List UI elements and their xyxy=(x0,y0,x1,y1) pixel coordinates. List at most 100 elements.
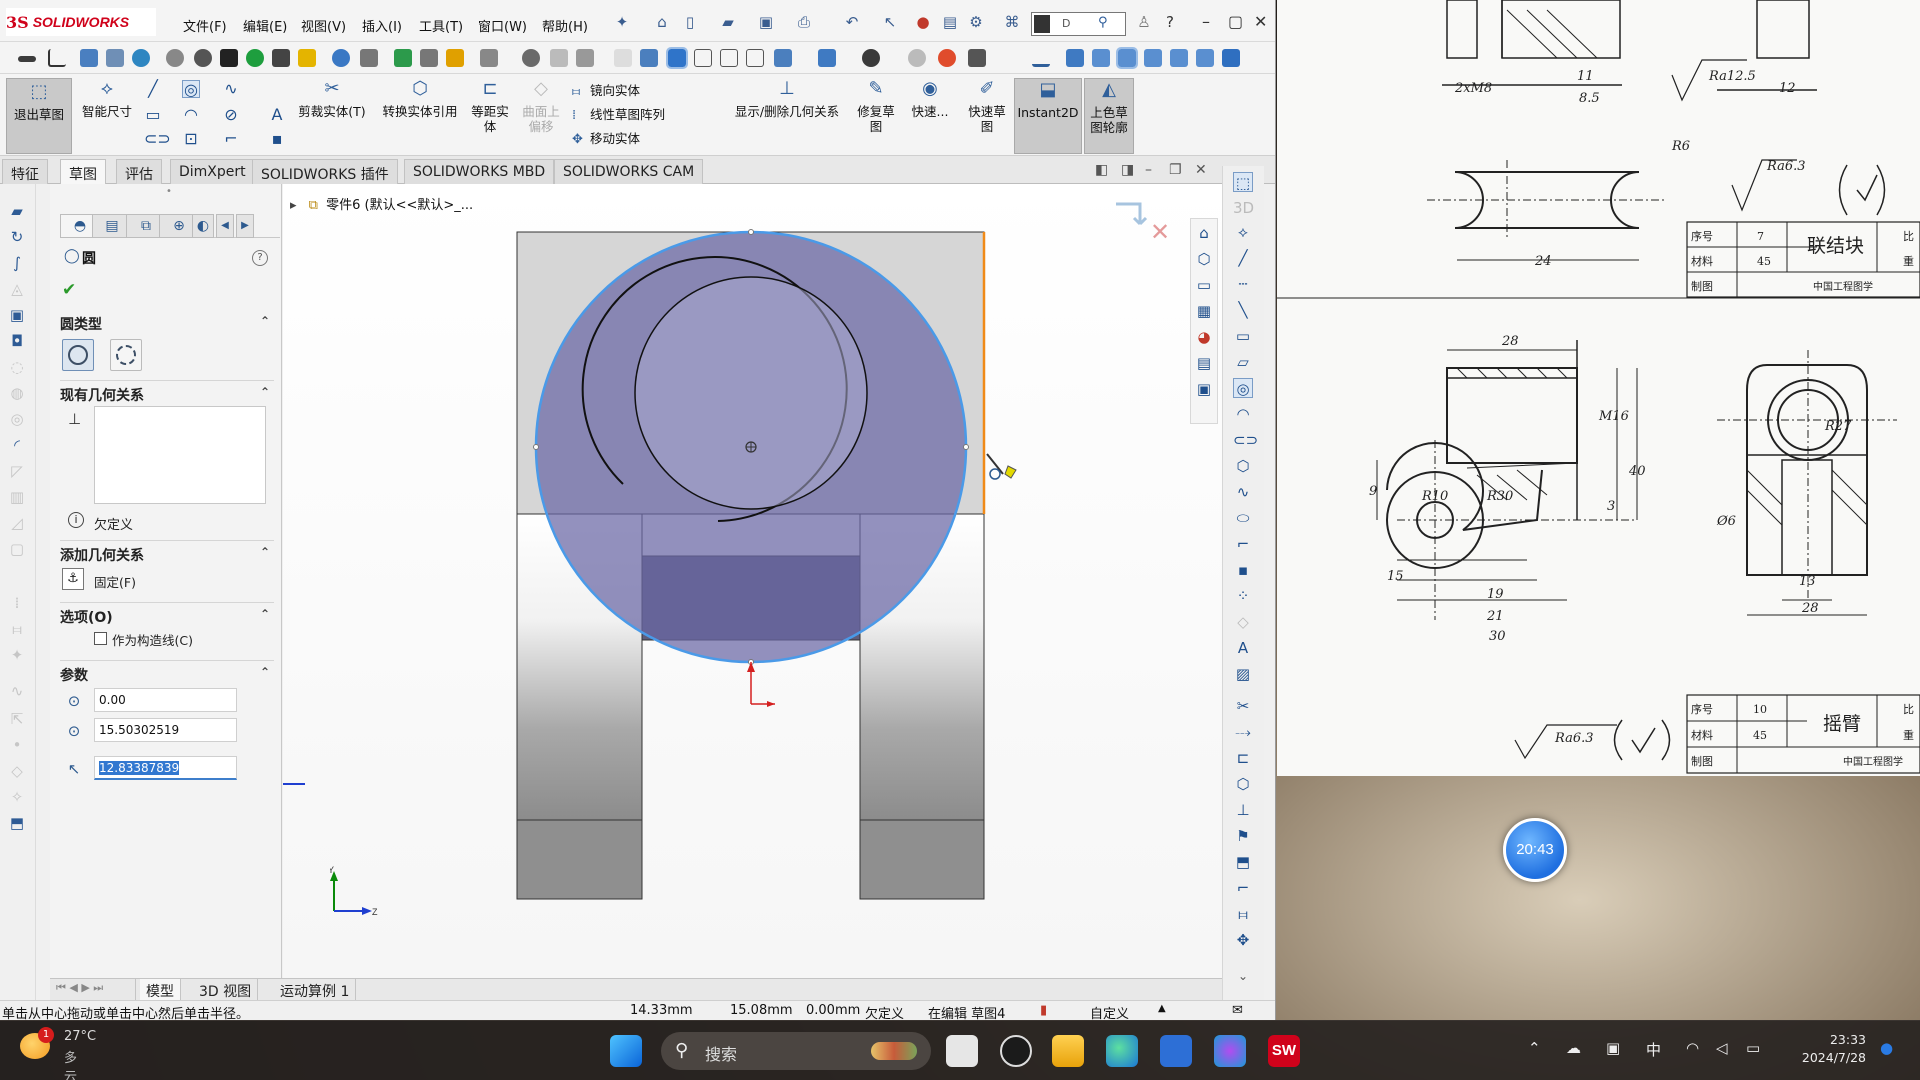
rectangle-small-icon[interactable]: ▭ xyxy=(1233,326,1253,346)
traffic-light-icon[interactable]: ● xyxy=(913,12,933,32)
appearance-icon[interactable] xyxy=(862,49,880,67)
polygon-tool-icon[interactable]: ⊘ xyxy=(222,106,240,124)
mm-icon[interactable] xyxy=(272,49,290,67)
battery-icon[interactable]: ▭ xyxy=(1746,1039,1760,1057)
custom-properties-icon[interactable]: ▤ xyxy=(1194,353,1214,373)
marker-icon[interactable] xyxy=(246,49,264,67)
relations-small-icon[interactable]: ⚑ xyxy=(1233,826,1253,846)
convert-entities-button[interactable]: ⬡ 转换实体引用 xyxy=(374,78,466,119)
shaded-sketch-contours-button[interactable]: ◭ 上色草 图轮廓 xyxy=(1084,78,1134,154)
tab-display-manager[interactable]: ◐ xyxy=(192,214,214,238)
maximize-icon[interactable]: ▢ xyxy=(1228,12,1243,31)
reference-geometry-icon[interactable]: ✦ xyxy=(8,646,26,664)
menu-insert[interactable]: 插入(I) xyxy=(362,16,402,35)
text-small-icon[interactable]: A xyxy=(1233,638,1253,658)
section-options[interactable]: 选项(O) ⌃ xyxy=(60,602,274,626)
comment-icon[interactable]: ✉ xyxy=(1232,1003,1243,1018)
ime-indicator[interactable]: 中 xyxy=(1646,1039,1661,1060)
ok-check-icon[interactable]: ✔ xyxy=(62,280,76,300)
home-view-icon[interactable]: ⌂ xyxy=(1194,223,1214,243)
shell-icon[interactable]: ▢ xyxy=(8,540,26,558)
assembly-icon[interactable] xyxy=(106,49,124,67)
edge-browser-icon[interactable] xyxy=(1106,1035,1138,1067)
tab-3d-views[interactable]: 3D 视图 xyxy=(193,979,259,1001)
table-icon[interactable] xyxy=(480,49,498,67)
units-dropdown-icon[interactable]: ▲ xyxy=(1158,1003,1166,1014)
macro-icon[interactable]: ⌘ xyxy=(1002,12,1022,32)
parallelogram-icon[interactable]: ▱ xyxy=(1233,352,1253,372)
section-parameters[interactable]: 参数 ⌃ xyxy=(60,660,274,684)
menu-file[interactable]: 文件(F) xyxy=(183,16,227,35)
sketch-origin-icon[interactable] xyxy=(48,49,66,67)
status-units[interactable]: 自定义 xyxy=(1090,1003,1129,1020)
undo-icon[interactable]: ↶ xyxy=(842,12,862,32)
home-icon[interactable]: ⌂ xyxy=(652,12,672,32)
user-icon[interactable]: ♙ xyxy=(1134,12,1154,32)
print-icon[interactable]: ⎙ xyxy=(794,12,814,32)
part-left-foot[interactable] xyxy=(516,819,643,900)
dell-icon[interactable] xyxy=(1000,1035,1032,1067)
help-icon[interactable]: ? xyxy=(1160,12,1180,32)
relation-icon[interactable] xyxy=(298,49,316,67)
smart-dim-small-icon[interactable]: ⟡ xyxy=(1233,222,1253,242)
wireframe-icon[interactable] xyxy=(694,49,712,67)
export-icon[interactable] xyxy=(394,49,412,67)
arc-small-icon[interactable]: ◠ xyxy=(1233,404,1253,424)
globe-icon[interactable] xyxy=(132,49,150,67)
handle-left[interactable] xyxy=(533,444,539,450)
line-tool-icon[interactable]: ╱ xyxy=(144,80,162,98)
select-icon[interactable]: ↖ xyxy=(880,12,900,32)
tab-evaluate[interactable]: 评估 xyxy=(116,159,162,184)
intersection-curve-icon[interactable]: ⊥ xyxy=(1233,800,1253,820)
monitor-icon[interactable] xyxy=(968,49,986,67)
solidworks-taskbar-icon[interactable]: SW xyxy=(1268,1035,1300,1067)
volume-icon[interactable]: ◁ xyxy=(1716,1039,1728,1057)
hidden-lines-icon[interactable] xyxy=(720,49,738,67)
chamfer-icon[interactable]: ◸ xyxy=(8,462,26,480)
menu-help[interactable]: 帮助(H) xyxy=(542,16,588,35)
section-circle-type[interactable]: 圆类型 ⌃ xyxy=(60,310,274,333)
hole-circle[interactable] xyxy=(634,276,868,510)
mirror-small-icon[interactable]: ⧦ xyxy=(1233,904,1253,924)
notification-center-icon[interactable]: ● xyxy=(1880,1039,1893,1057)
view-top-icon[interactable] xyxy=(1170,49,1188,67)
view-cube-icon[interactable]: ⬡ xyxy=(1194,249,1214,269)
command-search-box[interactable]: D ⚲ xyxy=(1031,12,1126,36)
rebuild-icon[interactable] xyxy=(446,49,464,67)
four-view-icon[interactable] xyxy=(746,49,764,67)
slot-tool-icon[interactable]: ⊂⊃ xyxy=(144,130,171,148)
file-explorer-icon[interactable] xyxy=(1052,1035,1084,1067)
extend-small-icon[interactable]: ⤏ xyxy=(1233,722,1253,742)
print-preview-icon[interactable] xyxy=(420,49,438,67)
section-add-relations[interactable]: 添加几何关系 ⌃ xyxy=(60,540,274,564)
hole-wizard-icon[interactable]: ◘ xyxy=(8,332,26,350)
tab-sketch[interactable]: 草图 xyxy=(60,159,106,184)
existing-relations-list[interactable] xyxy=(94,406,266,504)
handle-top[interactable] xyxy=(748,229,754,235)
expand-arrow-icon[interactable]: ▸ xyxy=(290,198,297,213)
wifi-icon[interactable]: ◠ xyxy=(1686,1039,1699,1057)
pan-icon[interactable] xyxy=(576,49,594,67)
system-clock[interactable]: 23:33 2024/7/28 xyxy=(1796,1031,1866,1067)
tile-left-icon[interactable]: ◧ xyxy=(1095,162,1108,178)
fix-relation-icon[interactable]: ⚓ xyxy=(62,568,84,590)
sketch-picture-icon[interactable]: ▨ xyxy=(1233,664,1253,684)
view-front-icon[interactable] xyxy=(1066,49,1084,67)
render-icon[interactable] xyxy=(938,49,956,67)
taskbar-search[interactable]: ⚲ 搜索 xyxy=(661,1032,931,1070)
hide-show-icon[interactable] xyxy=(818,49,836,67)
fix-small-icon[interactable]: ⌐ xyxy=(1233,878,1253,898)
rectangle-tool-icon[interactable]: ▭ xyxy=(144,106,162,124)
lofted-cut-icon[interactable]: ◎ xyxy=(8,410,26,428)
exit-sketch-button[interactable]: ⬚ 退出草图 xyxy=(6,78,72,154)
tab-dimxpert[interactable]: DimXpert xyxy=(170,159,255,184)
tab-sw-cam[interactable]: SOLIDWORKS CAM xyxy=(554,159,704,184)
funnel-icon[interactable] xyxy=(220,49,238,67)
tray-expand-icon[interactable]: ⌃ xyxy=(1528,1039,1541,1057)
centerline-small-icon[interactable]: ┄ xyxy=(1233,274,1253,294)
floating-timer-bubble[interactable]: 20:43 xyxy=(1503,818,1567,882)
display-relations-small-icon[interactable]: ⬒ xyxy=(1233,852,1253,872)
key-icon[interactable] xyxy=(18,56,36,62)
revolve-boss-icon[interactable]: ↻ xyxy=(8,228,26,246)
gear-icon[interactable] xyxy=(194,49,212,67)
